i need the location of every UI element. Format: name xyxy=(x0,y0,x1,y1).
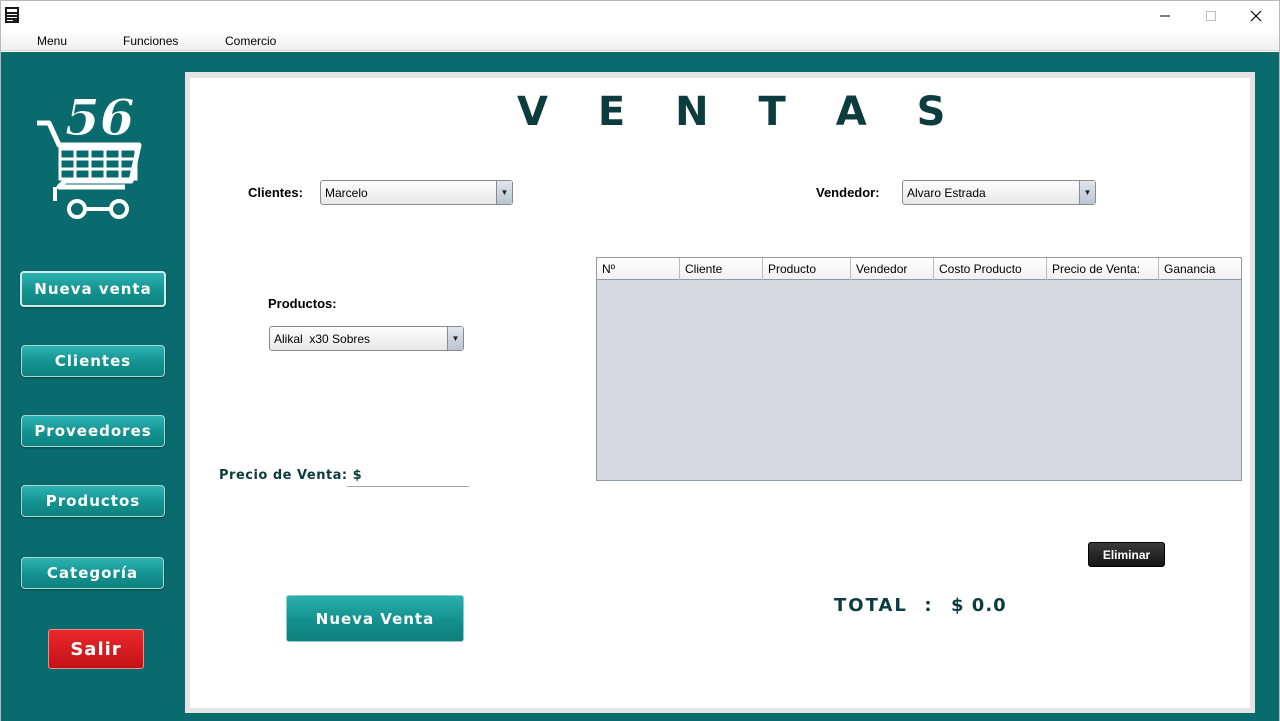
java-app-icon xyxy=(5,7,19,23)
title-bar xyxy=(1,1,1279,31)
column-header-producto[interactable]: Producto xyxy=(763,258,851,280)
clientes-select[interactable]: Marcelo ▼ xyxy=(320,180,513,205)
sidebar-button-categoria[interactable]: Categoría xyxy=(21,557,164,589)
vendedor-select[interactable]: Alvaro Estrada ▼ xyxy=(902,180,1096,205)
productos-select-value: Alikal x30 Sobres xyxy=(274,331,371,346)
close-button[interactable] xyxy=(1233,1,1279,31)
page-title: V E N T A S xyxy=(517,89,964,135)
logo-number: 56 xyxy=(65,89,135,147)
column-header-numero[interactable]: Nº xyxy=(597,258,680,280)
column-header-vendedor[interactable]: Vendedor xyxy=(851,258,934,280)
eliminar-button[interactable]: Eliminar xyxy=(1088,542,1165,567)
sidebar-button-productos[interactable]: Productos xyxy=(21,485,165,517)
sidebar-button-nueva-venta[interactable]: Nueva venta xyxy=(20,271,166,307)
menu-bar: Menu Funciones Comercio xyxy=(1,31,1279,51)
exit-button[interactable]: Salir xyxy=(48,629,144,669)
chevron-down-icon[interactable]: ▼ xyxy=(496,181,512,204)
menu-item-funciones[interactable]: Funciones xyxy=(123,34,178,48)
productos-select[interactable]: Alikal x30 Sobres ▼ xyxy=(269,326,464,351)
column-header-cliente[interactable]: Cliente xyxy=(680,258,763,280)
column-header-precio-venta[interactable]: Precio de Venta: xyxy=(1047,258,1159,280)
column-header-ganancia[interactable]: Ganancia xyxy=(1159,258,1241,280)
productos-label: Productos: xyxy=(268,296,337,311)
vendedor-select-value: Alvaro Estrada xyxy=(907,185,986,200)
clientes-label: Clientes: xyxy=(248,185,303,200)
menu-item-comercio[interactable]: Comercio xyxy=(225,34,276,48)
chevron-down-icon[interactable]: ▼ xyxy=(1079,181,1095,204)
chevron-down-icon[interactable]: ▼ xyxy=(447,327,463,350)
sidebar-button-clientes[interactable]: Clientes xyxy=(21,345,165,377)
clientes-select-value: Marcelo xyxy=(325,185,368,200)
total-value: $ 0.0 xyxy=(951,595,1007,616)
sidebar-button-proveedores[interactable]: Proveedores xyxy=(21,415,165,447)
precio-venta-input[interactable] xyxy=(347,468,469,487)
precio-venta-label: Precio de Venta: $ xyxy=(219,468,363,483)
table-header: Nº Cliente Producto Vendedor Costo Produ… xyxy=(597,258,1241,280)
app-window: Menu Funciones Comercio 56 Nueva venta C… xyxy=(0,0,1280,721)
column-header-costo-producto[interactable]: Costo Producto xyxy=(934,258,1047,280)
minimize-button[interactable] xyxy=(1142,1,1188,31)
menu-item-menu[interactable]: Menu xyxy=(37,34,67,48)
vendedor-label: Vendedor: xyxy=(816,185,880,200)
nueva-venta-button[interactable]: Nueva Venta xyxy=(286,595,464,642)
close-icon xyxy=(1250,10,1262,22)
sales-table[interactable]: Nº Cliente Producto Vendedor Costo Produ… xyxy=(596,257,1242,481)
minimize-icon xyxy=(1160,15,1170,17)
maximize-icon xyxy=(1206,11,1216,21)
shopping-cart-logo: 56 xyxy=(37,89,142,219)
total-label: TOTAL : xyxy=(834,595,934,616)
maximize-button[interactable] xyxy=(1188,1,1234,31)
